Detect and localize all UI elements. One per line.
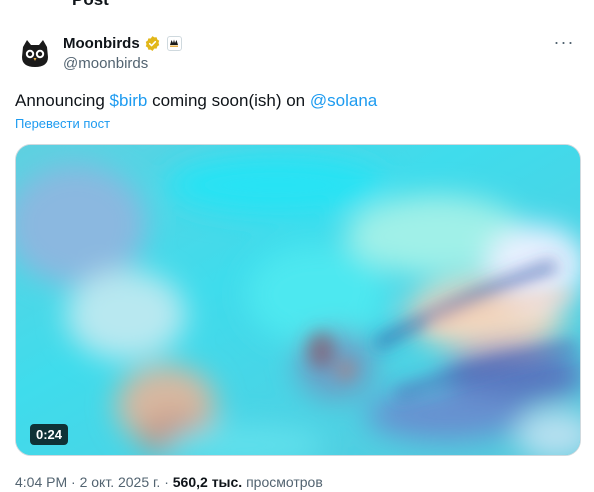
verified-badge-icon[interactable] — [144, 35, 161, 52]
post-text-prefix: Announcing — [15, 91, 110, 110]
meta-separator: · — [160, 474, 173, 490]
translate-post-link[interactable]: Перевести пост — [15, 116, 110, 131]
video-player[interactable]: 0:24 — [15, 144, 581, 456]
display-name[interactable]: Moonbirds — [63, 35, 140, 52]
views-count[interactable]: 560,2 тыс. — [173, 474, 242, 490]
post-text-middle: coming soon(ish) on — [147, 91, 310, 110]
author-names: Moonbirds @moonbirds — [63, 34, 182, 72]
display-name-row: Moonbirds — [63, 34, 182, 52]
views-label: просмотров — [246, 474, 323, 490]
page-title-partial: Post — [72, 0, 109, 10]
avatar[interactable] — [15, 33, 55, 73]
author-handle[interactable]: @moonbirds — [63, 55, 182, 72]
post-meta: 4:04 PM · 2 окт. 2025 г. · 560,2 тыс. пр… — [15, 474, 323, 490]
affiliate-badge-icon[interactable] — [166, 35, 182, 51]
video-duration-badge: 0:24 — [30, 424, 69, 445]
owl-logo-icon — [15, 33, 55, 73]
post-text: Announcing $birb coming soon(ish) on @so… — [15, 90, 579, 112]
post-header: Moonbirds @moonbirds ··· — [15, 31, 579, 75]
video-frame-image — [16, 145, 580, 455]
post-detail: Post Moonbirds — [0, 0, 594, 492]
more-options-button[interactable]: ··· — [549, 31, 579, 53]
cashtag-link[interactable]: $birb — [110, 91, 148, 110]
meta-separator: · — [67, 474, 80, 490]
post-date[interactable]: 2 окт. 2025 г. — [80, 474, 161, 490]
post-time[interactable]: 4:04 PM — [15, 474, 67, 490]
mention-link[interactable]: @solana — [310, 91, 377, 110]
